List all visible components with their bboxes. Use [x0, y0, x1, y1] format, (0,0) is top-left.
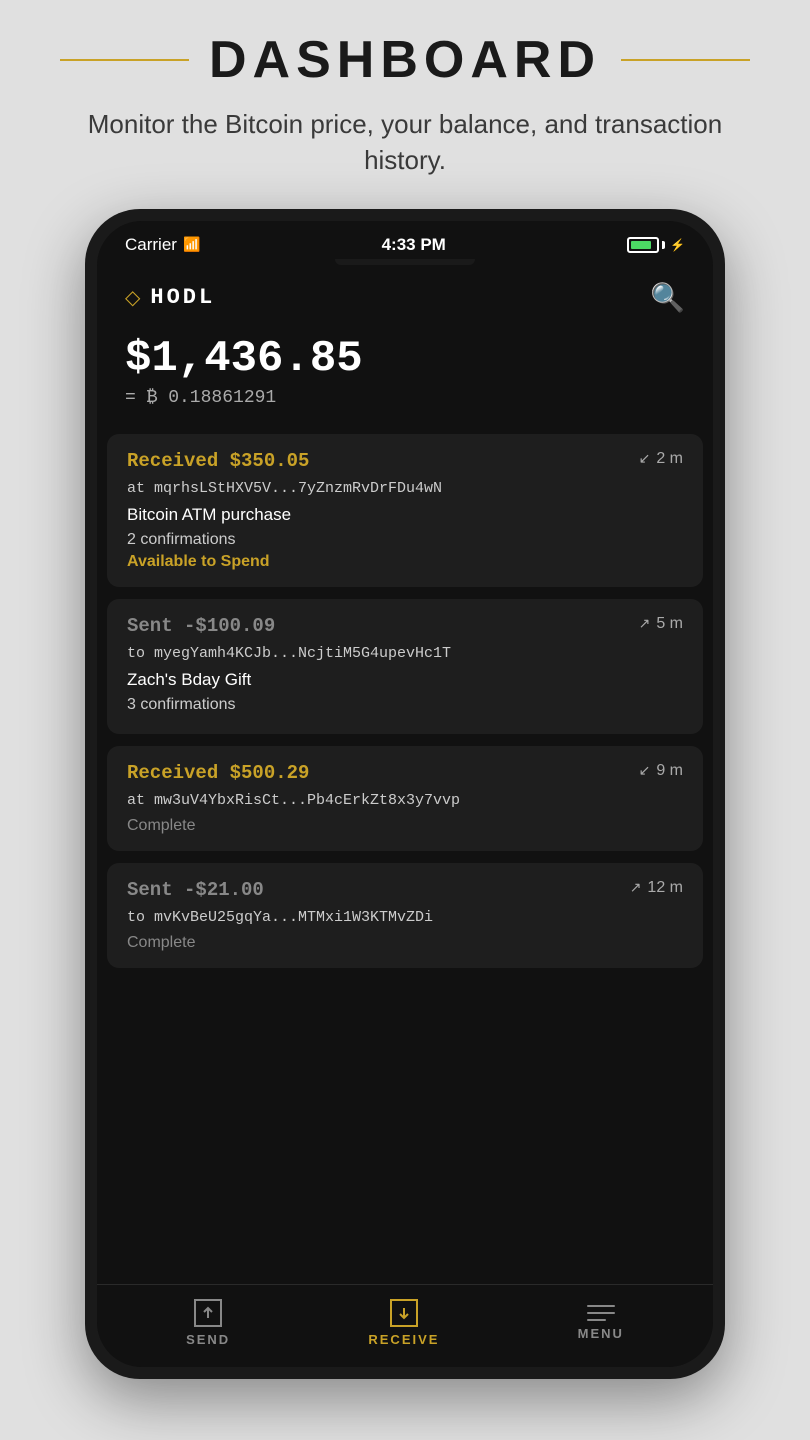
tx-address: to myegYamh4KCJb...NcjtiM5G4upevHc1T [127, 645, 683, 662]
header-line-left [60, 59, 189, 61]
logo-text: HODL [150, 285, 215, 310]
tx-header-row: Received $500.29 ↙ 9 m [127, 762, 683, 784]
battery-tip [662, 241, 665, 249]
menu-line-2 [587, 1312, 615, 1314]
app-header: ◇ HODL 🔍 [97, 265, 713, 326]
menu-line-1 [587, 1305, 615, 1307]
nav-menu-label: MENU [578, 1326, 624, 1341]
tx-label: Zach's Bday Gift [127, 670, 683, 690]
tx-direction-icon: ↗ [639, 615, 651, 632]
tx-time: 2 m [656, 450, 683, 468]
app-logo: ◇ HODL [125, 285, 215, 310]
tx-time-row: ↙ 2 m [639, 450, 683, 468]
tx-address: at mw3uV4YbxRisCt...Pb4cErkZt8x3y7vvp [127, 792, 683, 809]
tx-confirmations: 3 confirmations [127, 696, 683, 714]
battery-indicator: ⚡ [627, 237, 685, 253]
page-header: DASHBOARD Monitor the Bitcoin price, you… [0, 0, 810, 199]
nav-send-label: SEND [186, 1332, 230, 1347]
transaction-list: Received $350.05 ↙ 2 m at mqrhsLStHXV5V.… [97, 428, 713, 1284]
search-button[interactable]: 🔍 [650, 281, 685, 314]
tx-header-row: Received $350.05 ↙ 2 m [127, 450, 683, 472]
tx-amount: Received $500.29 [127, 762, 309, 784]
status-bar: Carrier 📶 4:33 PM ⚡ [97, 221, 713, 263]
page-title: DASHBOARD [209, 30, 601, 90]
send-icon [194, 1299, 222, 1327]
menu-icon [587, 1305, 615, 1321]
transaction-item[interactable]: Sent -$100.09 ↗ 5 m to myegYamh4KCJb...N… [107, 599, 703, 734]
header-line-right [621, 59, 750, 61]
battery-body [627, 237, 659, 253]
tx-status: Complete [127, 817, 683, 835]
nav-menu[interactable]: MENU [578, 1305, 624, 1341]
tx-direction-icon: ↙ [639, 762, 651, 779]
balance-section: $1,436.85 = ₿ 0.18861291 [97, 326, 713, 428]
tx-amount: Received $350.05 [127, 450, 309, 472]
balance-usd: $1,436.85 [125, 334, 685, 384]
tx-time: 5 m [656, 615, 683, 633]
tx-status: Complete [127, 934, 683, 952]
nav-receive-label: RECEIVE [368, 1332, 439, 1347]
tx-time: 12 m [647, 879, 683, 897]
transaction-item[interactable]: Sent -$21.00 ↗ 12 m to mvKvBeU25gqYa...M… [107, 863, 703, 968]
menu-line-3 [587, 1319, 607, 1321]
nav-send[interactable]: SEND [186, 1299, 230, 1347]
tx-time-row: ↗ 5 m [639, 615, 683, 633]
tx-confirmations: 2 confirmations [127, 531, 683, 549]
tx-direction-icon: ↗ [630, 879, 642, 896]
logo-diamond-icon: ◇ [125, 285, 140, 310]
tx-time-row: ↙ 9 m [639, 762, 683, 780]
battery-fill [631, 241, 651, 249]
phone-frame: Carrier 📶 4:33 PM ⚡ ◇ [85, 209, 725, 1379]
header-line: DASHBOARD [60, 30, 750, 90]
battery-bolt-icon: ⚡ [670, 238, 685, 252]
tx-amount: Sent -$21.00 [127, 879, 264, 901]
tx-time-row: ↗ 12 m [630, 879, 683, 897]
receive-icon [390, 1299, 418, 1327]
tx-status: Available to Spend [127, 553, 683, 571]
carrier-text: Carrier 📶 [125, 235, 200, 255]
status-time: 4:33 PM [382, 235, 446, 255]
page-subtitle: Monitor the Bitcoin price, your balance,… [60, 106, 750, 179]
wifi-icon: 📶 [183, 236, 200, 253]
tx-header-row: Sent -$100.09 ↗ 5 m [127, 615, 683, 637]
tx-label: Bitcoin ATM purchase [127, 505, 683, 525]
tx-time: 9 m [656, 762, 683, 780]
phone-screen: Carrier 📶 4:33 PM ⚡ ◇ [97, 221, 713, 1367]
bottom-nav: SEND RECEIVE [97, 1284, 713, 1367]
tx-address: at mqrhsLStHXV5V...7yZnzmRvDrFDu4wN [127, 480, 683, 497]
balance-btc: = ₿ 0.18861291 [125, 388, 685, 408]
transaction-item[interactable]: Received $350.05 ↙ 2 m at mqrhsLStHXV5V.… [107, 434, 703, 587]
transaction-item[interactable]: Received $500.29 ↙ 9 m at mw3uV4YbxRisCt… [107, 746, 703, 851]
tx-address: to mvKvBeU25gqYa...MTMxi1W3KTMvZDi [127, 909, 683, 926]
tx-header-row: Sent -$21.00 ↗ 12 m [127, 879, 683, 901]
nav-receive[interactable]: RECEIVE [368, 1299, 439, 1347]
tx-direction-icon: ↙ [639, 450, 651, 467]
tx-amount: Sent -$100.09 [127, 615, 275, 637]
